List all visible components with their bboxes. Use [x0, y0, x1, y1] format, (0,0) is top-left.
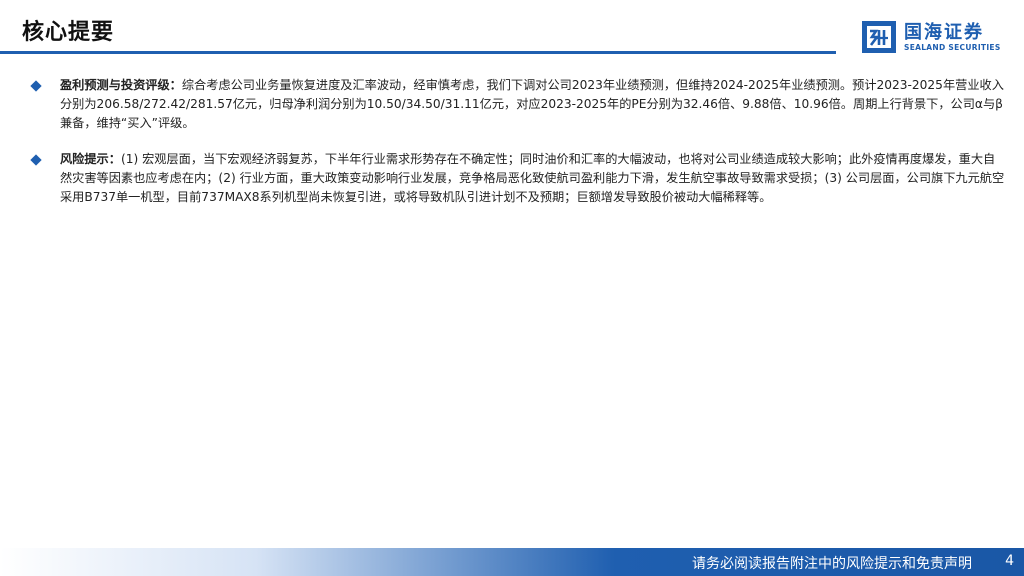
- bullet-text: (1) 宏观层面，当下宏观经济弱复苏，下半年行业需求形势存在不确定性；同时油价和…: [60, 152, 1005, 204]
- header-divider: [0, 51, 836, 54]
- bullet-text: 综合考虑公司业务量恢复进度及汇率波动，经审慎考虑，我们下调对公司2023年业绩预…: [60, 78, 1004, 130]
- footer-disclaimer: 请务必阅读报告附注中的风险提示和免责声明: [692, 556, 972, 572]
- sealand-logo-icon: [862, 21, 896, 53]
- page-title: 核心提要: [22, 20, 115, 45]
- page-number: 4: [1005, 553, 1014, 569]
- diamond-bullet-icon: [30, 80, 42, 92]
- logo-english-name: SEALAND SECURITIES: [904, 43, 1001, 52]
- bullet-label: 风险提示：: [60, 152, 121, 166]
- company-logo: 国海证券 SEALAND SECURITIES: [860, 16, 1010, 60]
- bullet-risk-warning: 风险提示：(1) 宏观层面，当下宏观经济弱复苏，下半年行业需求形势存在不确定性；…: [30, 150, 1005, 207]
- footer-bar: 请务必阅读报告附注中的风险提示和免责声明 4: [0, 548, 1024, 576]
- diamond-bullet-icon: [30, 154, 42, 166]
- logo-chinese-name: 国海证券: [904, 22, 984, 43]
- content-body: 盈利预测与投资评级：综合考虑公司业务量恢复进度及汇率波动，经审慎考虑，我们下调对…: [30, 76, 1005, 224]
- bullet-earnings-forecast: 盈利预测与投资评级：综合考虑公司业务量恢复进度及汇率波动，经审慎考虑，我们下调对…: [30, 76, 1005, 133]
- bullet-label: 盈利预测与投资评级：: [60, 78, 182, 92]
